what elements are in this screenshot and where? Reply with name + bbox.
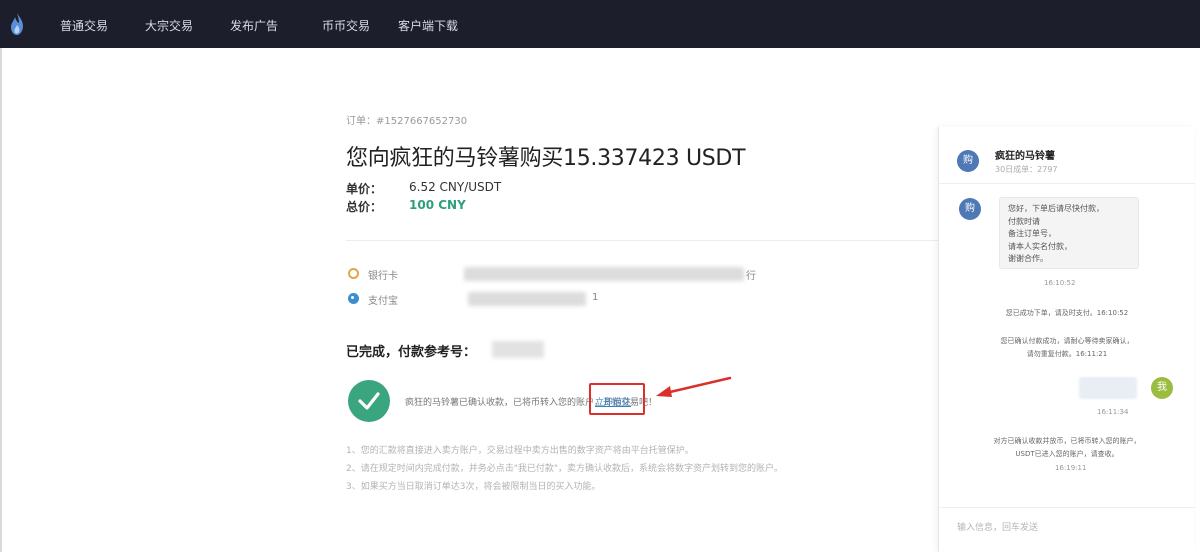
top-navbar: 普通交易 大宗交易 发布广告 币币交易 客户端下载 [0,0,1200,48]
buyer-message-bubble [1079,377,1137,399]
system-message: 您已确认付款成功，请耐心等待卖家确认， [1000,337,1134,345]
bank-card-icon [348,268,359,279]
nav-item-client-download[interactable]: 客户端下载 [398,17,458,34]
red-arrow-icon [656,376,732,397]
note-item: 2、请在规定时间内完成付款，并务必点击"我已付款"，卖方确认收款后，系统会将数字… [346,464,784,474]
blurred-reference-number [492,341,544,358]
chat-seller-name: 疯狂的马铃薯 [995,151,1055,162]
notes-list: 1、您的汇款将直接进入卖方账户，交易过程中卖方出售的数字资产将由平台托管保护。 … [346,442,906,496]
completed-status: 已完成，付款参考号： [346,345,477,360]
nav-item-coin-trade[interactable]: 币币交易 [322,17,370,34]
bubble-line: 请本人实名付款， [1008,241,1072,251]
message-timestamp: 16:19:11 [1055,464,1087,472]
alipay-label: 支付宝 [368,296,398,307]
seller-message-bubble: 您好，下单后请尽快付款， 付款时请 备注订单号， 请本人实名付款， 谢谢合作。 [999,197,1139,269]
flame-logo-icon[interactable] [8,12,26,36]
nav-item-block-trade[interactable]: 大宗交易 [145,17,193,34]
bubble-line: 谢谢合作。 [1008,254,1048,263]
chat-input-divider [939,507,1195,508]
bubble-line: 付款时请 [1008,216,1040,226]
unit-price-value: 6.52 CNY/USDT [409,180,502,194]
success-check-icon [348,380,390,422]
go-now-link[interactable]: 立即前往 [595,395,631,408]
bubble-line: 您好，下单后请尽快付款， [1008,204,1104,213]
nav-item-regular-trade[interactable]: 普通交易 [60,17,108,34]
order-title: 您向疯狂的马铃薯购买15.337423 USDT [346,146,746,171]
payment-bank-row: 银行卡 行 [346,266,806,282]
system-message: 请勿重复付款。16:11:21 [1026,350,1108,358]
payment-alipay-row: 支付宝 1 [346,291,806,307]
alipay-icon [348,293,359,304]
total-price-value: 100 CNY [409,198,466,212]
message-timestamp: 16:11:34 [1097,408,1129,416]
nav-item-post-ad[interactable]: 发布广告 [230,17,278,34]
chat-panel: 购 疯狂的马铃薯 30日成单：2797 购 您好，下单后请尽快付款， 付款时请 … [938,127,1195,552]
system-message: USDT已进入您的账户，请查收。 [1015,450,1119,458]
system-message: 您已成功下单，请及时支付。16:10:52 [1005,309,1129,317]
bubble-line: 备注订单号， [1008,229,1056,238]
system-message: 对方已确认收款并放币，已将币转入您的账户， [993,437,1141,445]
chat-message-input[interactable] [957,520,1177,536]
alipay-info-tail: 1 [592,292,599,303]
left-edge-line [0,48,2,552]
seller-message-avatar: 购 [959,198,981,220]
blurred-bank-info [464,267,744,281]
order-number: 订单：#1527667652730 [346,116,468,127]
note-item: 3、如果买方当日取消订单达3次，将会被限制当日的买入功能。 [346,482,601,492]
divider [346,240,946,241]
buyer-avatar: 我 [1151,377,1173,399]
bank-info-tail: 行 [746,271,756,282]
chat-seller-stats: 30日成单：2797 [995,165,1058,174]
message-timestamp: 16:10:52 [1044,279,1076,287]
blurred-alipay-info [468,292,586,306]
note-item: 1、您的汇款将直接进入卖方账户，交易过程中卖方出售的数字资产将由平台托管保护。 [346,446,694,456]
total-price-label: 总价： [346,200,383,214]
chat-header-divider [939,183,1195,184]
seller-avatar: 购 [957,150,979,172]
unit-price-label: 单价： [346,182,383,196]
bank-card-label: 银行卡 [368,271,398,282]
